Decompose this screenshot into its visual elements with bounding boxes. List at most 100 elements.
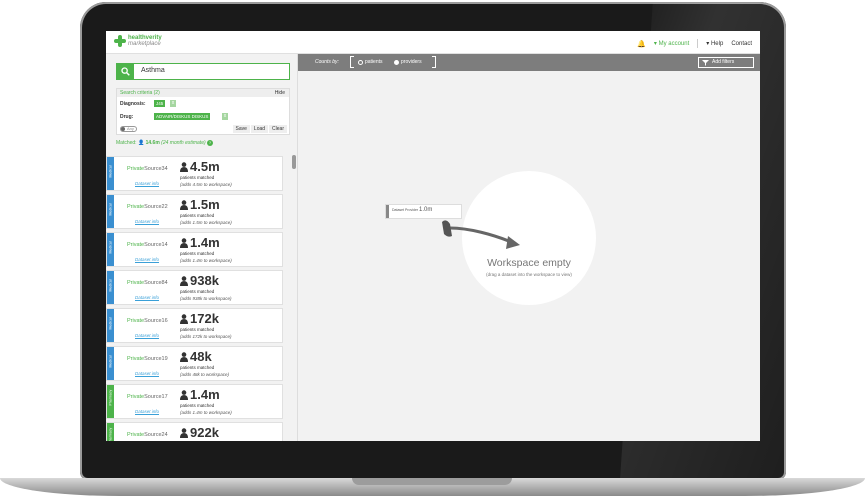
dataset-source: PrivateSource24	[127, 432, 168, 438]
patients-matched-label: patients matched	[180, 175, 215, 180]
patients-count: 922k	[190, 425, 219, 440]
dataset-info-link[interactable]: Dataset info	[135, 181, 159, 186]
person-icon	[180, 390, 188, 400]
dataset-source: PrivateSource14	[127, 242, 168, 248]
person-icon: 👤	[137, 140, 145, 146]
search-criteria-panel: Search criteria (2) Hide Diagnosis: J45 …	[116, 88, 290, 135]
any-all-toggle[interactable]: Any	[120, 126, 137, 132]
person-icon	[180, 162, 188, 172]
search-box[interactable]: Asthma	[116, 63, 290, 80]
logo-cross-icon	[114, 35, 126, 47]
laptop-notch	[352, 478, 512, 485]
person-icon	[180, 314, 188, 324]
adds-note: (adds 938k to workspace)	[180, 296, 232, 301]
patients-option[interactable]: patients	[358, 59, 383, 65]
dataset-source: PrivateSource34	[127, 166, 168, 172]
radio-icon	[358, 59, 363, 65]
dataset-info-link[interactable]: Dataset info	[135, 409, 159, 414]
adds-note: (adds 1.4m to workspace)	[180, 410, 232, 415]
help-icon[interactable]: ?	[207, 140, 214, 146]
brand-logo[interactable]: healthverity marketplace	[114, 35, 162, 47]
my-account-menu[interactable]: ▾ My account	[654, 40, 689, 47]
patients-matched-label: patients matched	[180, 213, 215, 218]
brand-sub: marketplace	[128, 41, 161, 47]
dataset-info-link[interactable]: Dataset info	[135, 257, 159, 262]
workspace-toolbar: Counts by: patients providers Add filter…	[298, 54, 760, 71]
dataset-type-tab: Medical	[107, 195, 114, 228]
person-icon	[180, 352, 188, 362]
adds-note: (adds 172k to workspace)	[180, 334, 232, 339]
patients-matched-label: patients matched	[180, 251, 215, 256]
workspace[interactable]: Counts by: patients providers Add filter…	[298, 54, 760, 441]
drug-label: Drug:	[120, 114, 134, 120]
remove-drug-button[interactable]: x	[222, 113, 228, 120]
dataset-card[interactable]: Medical PrivateSource34 Dataset info 4.5m pa…	[106, 156, 283, 191]
workspace-empty-title: Workspace empty	[487, 257, 571, 269]
person-icon	[180, 276, 188, 286]
workspace-empty-hint: (drag a dataset into the workspace to vi…	[486, 272, 572, 277]
patients-matched-label: patients matched	[180, 289, 215, 294]
dataset-card[interactable]: PharmacyPrivateSource24Dataset info922kp…	[106, 422, 283, 441]
list-scrollbar[interactable]	[292, 155, 296, 169]
dataset-card[interactable]: Medical PrivateSource84 Dataset info 938k pa…	[106, 270, 283, 305]
divider	[697, 39, 699, 48]
drag-arrow-icon	[442, 220, 520, 249]
dataset-list: Medical PrivateSource34 Dataset info 4.5m pa…	[106, 155, 298, 441]
search-button[interactable]	[117, 64, 134, 79]
search-sidebar: Asthma Search criteria (2) Hide Diagnosi…	[106, 54, 298, 441]
person-icon	[180, 200, 188, 210]
dataset-type-tab: Pharmacy	[107, 423, 114, 441]
patients-matched-label: patients matched	[180, 365, 215, 370]
person-icon	[180, 428, 188, 438]
patients-matched-label: patients matched	[180, 327, 215, 332]
dataset-type-tab: Medical	[107, 271, 114, 304]
remove-diagnosis-button[interactable]: x	[170, 100, 176, 107]
save-button[interactable]: Save	[232, 125, 250, 133]
dataset-info-link[interactable]: Dataset info	[135, 295, 159, 300]
adds-note: (adds 1.5m to workspace)	[180, 220, 232, 225]
adds-note: (adds 48k to workspace)	[180, 372, 230, 377]
patients-count: 1.5m	[190, 197, 220, 212]
top-header: healthverity marketplace 🔔 ▾ My account …	[106, 31, 760, 54]
dataset-source: PrivateSource84	[127, 280, 168, 286]
bell-icon[interactable]: 🔔	[637, 40, 646, 48]
diagnosis-tag: J45	[154, 100, 166, 107]
drug-tag: ADVAIR/DISKUS DISKUS	[154, 113, 211, 120]
hide-criteria-button[interactable]: Hide	[275, 89, 285, 97]
dataset-type-tab: Medical	[107, 157, 114, 190]
dataset-card[interactable]: Medical PrivateSource14 Dataset info 1.4m pa…	[106, 232, 283, 267]
filter-icon	[702, 60, 709, 66]
dataset-info-link[interactable]: Dataset info	[135, 219, 159, 224]
dataset-info-link[interactable]: Dataset info	[135, 333, 159, 338]
laptop-frame: healthverity marketplace 🔔 ▾ My account …	[0, 0, 865, 500]
dataset-type-tab: Medical	[107, 309, 114, 342]
search-icon	[121, 67, 130, 76]
patients-count: 1.4m	[190, 387, 220, 402]
dataset-card[interactable]: Medical PrivateSource19 Dataset info 48k pat…	[106, 346, 283, 381]
help-menu[interactable]: ▾ Help	[706, 40, 723, 47]
patients-count: 4.5m	[190, 159, 220, 174]
patients-matched-label: patients matched	[180, 403, 215, 408]
dataset-source: PrivateSource17	[127, 394, 168, 400]
adds-note: (adds 4.5m to workspace)	[180, 182, 232, 187]
app-screen: healthverity marketplace 🔔 ▾ My account …	[106, 31, 760, 441]
dataset-card[interactable]: Medical PrivateSource22 Dataset info 1.5m pa…	[106, 194, 283, 229]
search-input[interactable]: Asthma	[141, 67, 165, 74]
patients-count: 938k	[190, 273, 219, 288]
add-filters-button[interactable]: Add filters	[698, 57, 754, 68]
diagnosis-label: Diagnosis:	[120, 101, 146, 107]
dataset-source: PrivateSource16	[127, 318, 168, 324]
clear-button[interactable]: Clear	[269, 125, 287, 133]
load-button[interactable]: Load	[250, 125, 269, 133]
dataset-source: PrivateSource22	[127, 204, 168, 210]
patients-count: 1.4m	[190, 235, 220, 250]
dataset-info-link[interactable]: Dataset info	[135, 371, 159, 376]
providers-option[interactable]: providers	[394, 59, 422, 65]
person-icon	[180, 238, 188, 248]
dataset-type-tab: Medical	[107, 233, 114, 266]
patients-count: 172k	[190, 311, 219, 326]
patients-count: 48k	[190, 349, 212, 364]
dataset-card[interactable]: Pharmacy PrivateSource17 Dataset info 1.4m p…	[106, 384, 283, 419]
contact-link[interactable]: Contact	[731, 41, 752, 47]
dataset-card[interactable]: Medical PrivateSource16 Dataset info 172k pa…	[106, 308, 283, 343]
